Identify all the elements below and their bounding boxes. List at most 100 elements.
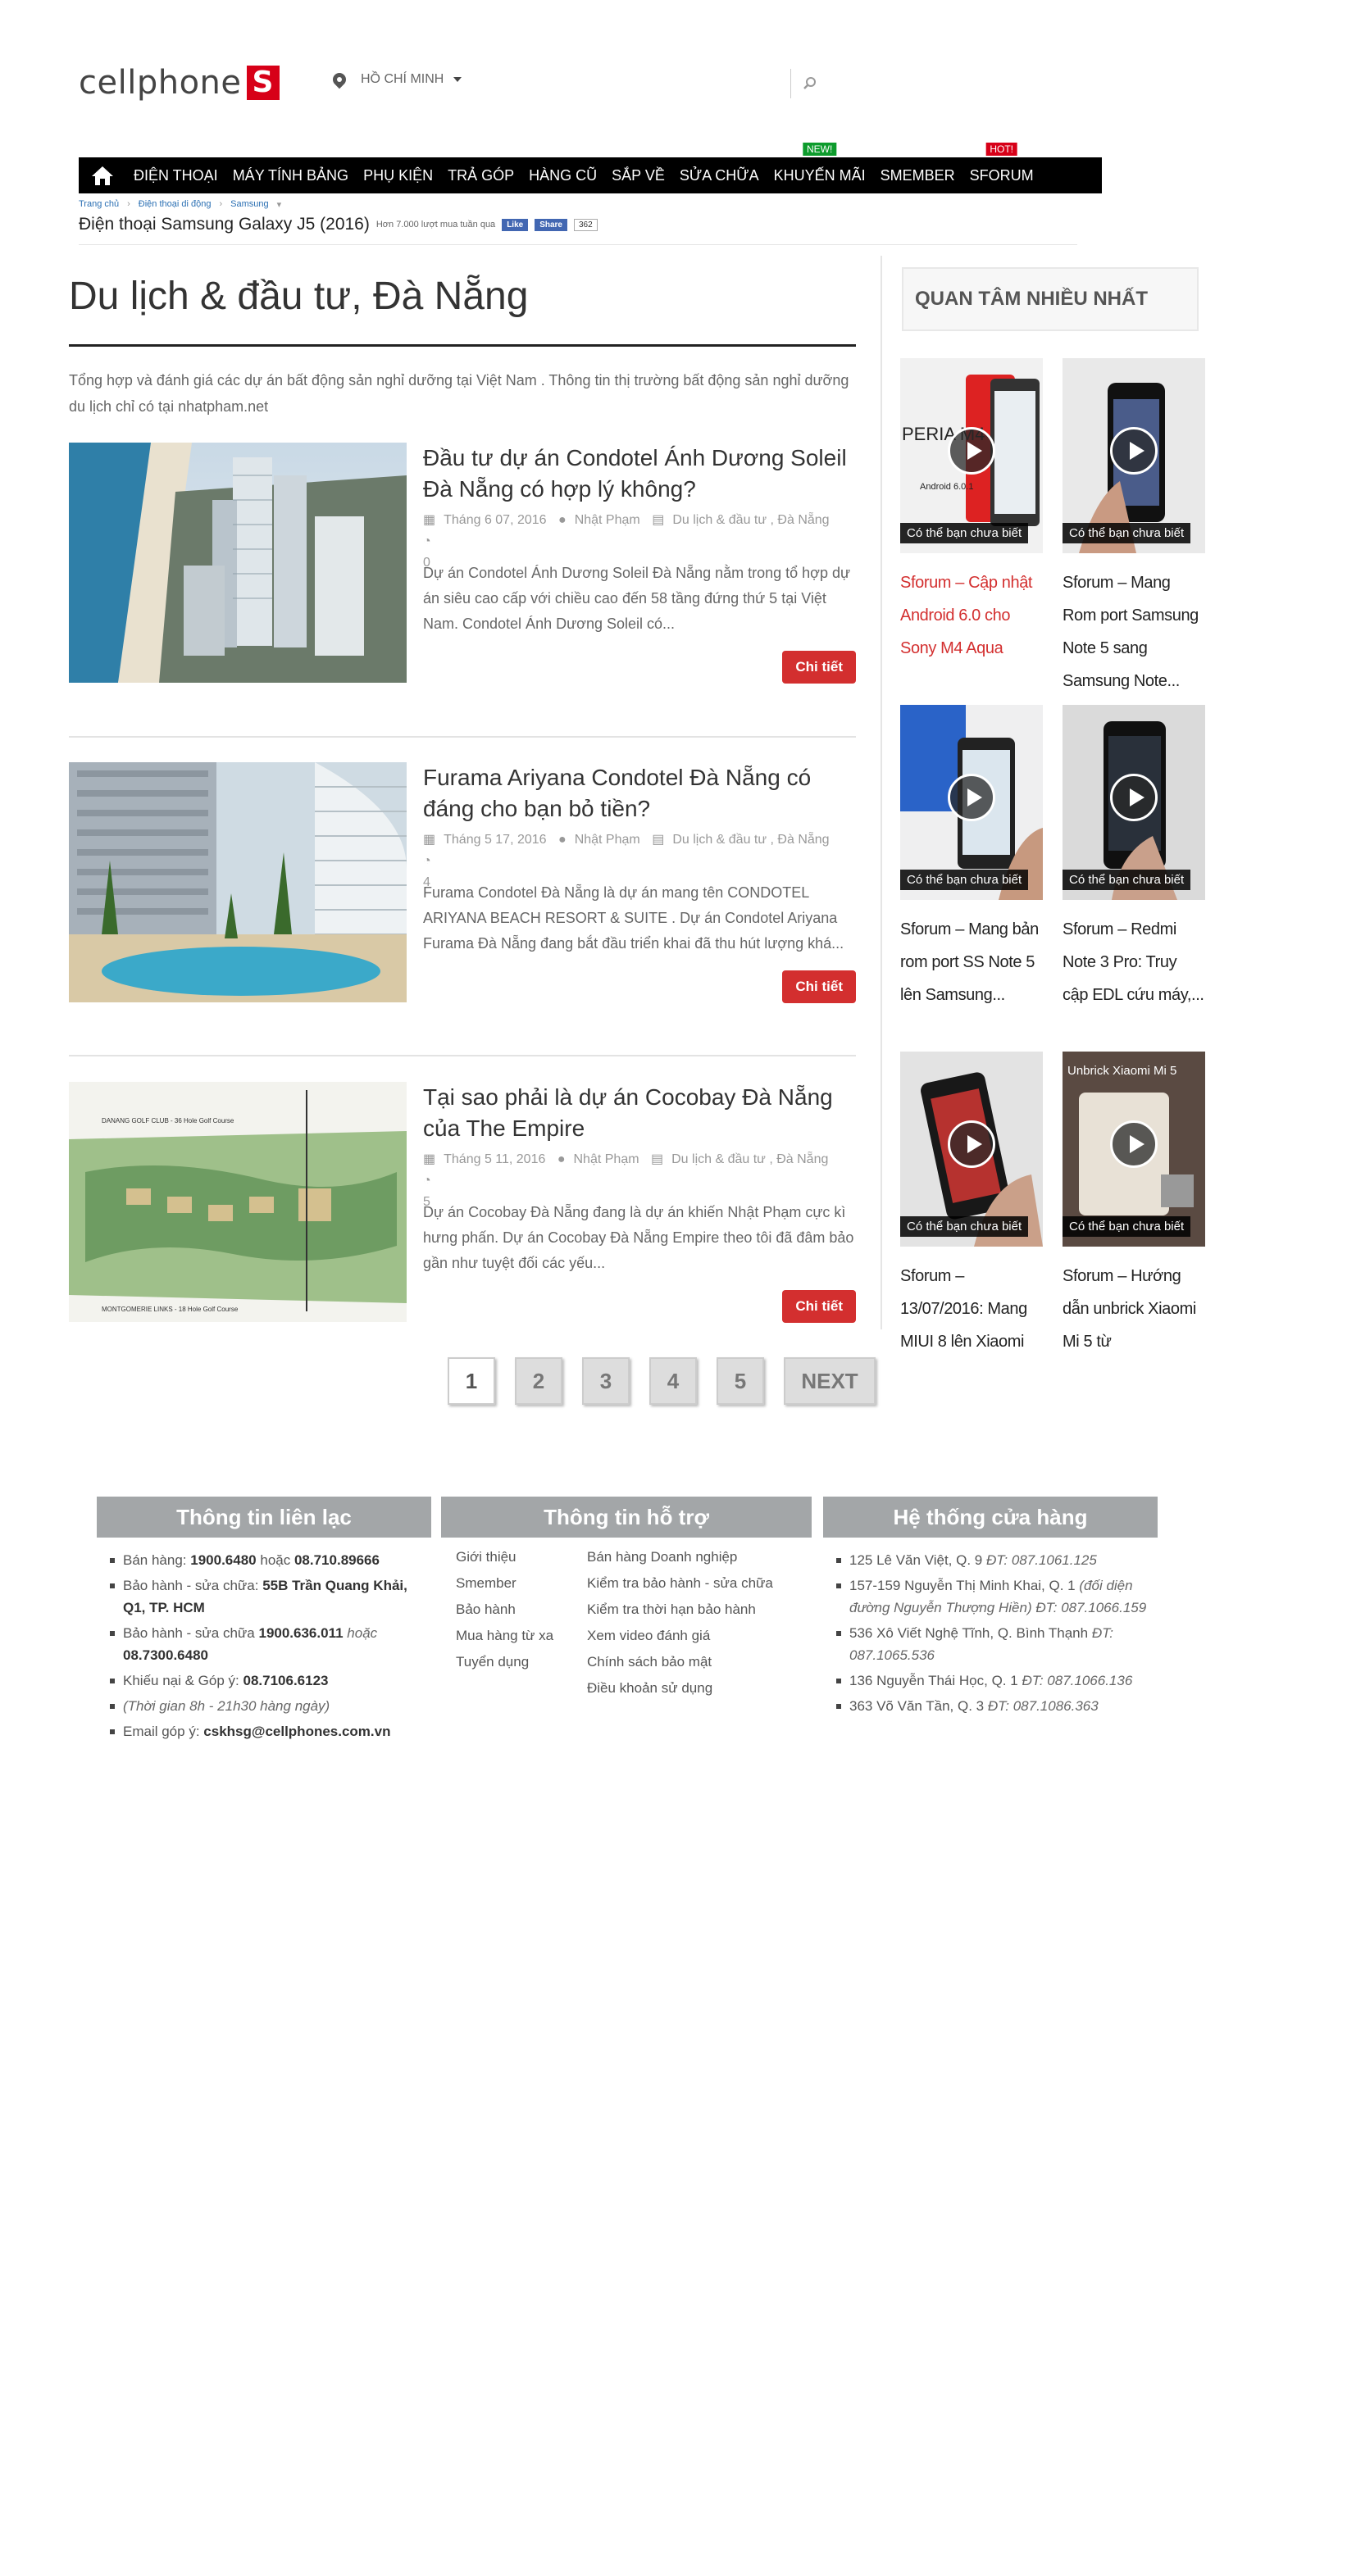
nav-hang-cu[interactable]: HÀNG CŨ [521,157,604,193]
sidebar-video-card[interactable]: Có thể bạn chưa biết Sforum – Mang bản r… [900,705,1043,1011]
play-icon[interactable] [1110,774,1158,821]
new-badge: NEW! [802,143,837,156]
search-box[interactable] [790,69,962,98]
phone[interactable]: 08.710.89666 [294,1552,380,1568]
post-author[interactable]: Nhật Phạm [575,513,640,527]
play-icon[interactable] [1110,427,1158,475]
video-thumbnail[interactable]: Có thể bạn chưa biết [900,1052,1043,1247]
store-phone: ĐT: 087.1066.159 [1035,1600,1147,1615]
play-icon[interactable] [1110,1120,1158,1168]
nav-may-tinh-bang[interactable]: MÁY TÍNH BẢNG [225,157,356,193]
location-selector[interactable]: HỒ CHÍ MINH [330,70,462,89]
post-thumbnail[interactable] [69,762,407,1002]
sidebar-video-card[interactable]: Unbrick Xiaomi Mi 5 Có thể bạn chưa biết… [1063,1052,1205,1358]
store-item[interactable]: 536 Xô Viết Nghệ Tĩnh, Q. Bình Thạnh ĐT:… [836,1622,1158,1666]
support-link[interactable]: Bảo hành [456,1601,587,1618]
home-button[interactable] [79,157,126,193]
site-logo[interactable]: cellphone [79,64,280,102]
read-more-button[interactable]: Chi tiết [782,970,856,1003]
store-item[interactable]: 125 Lê Văn Việt, Q. 9 ĐT: 087.1061.125 [836,1549,1158,1571]
post-thumbnail[interactable]: DANANG GOLF CLUB - 36 Hole Golf Course M… [69,1082,407,1322]
contact-complaint: Khiếu nại & Góp ý: 08.7106.6123 [110,1670,431,1692]
play-icon[interactable] [948,1120,995,1168]
facebook-share-button[interactable]: Share [535,218,567,231]
page-title: Du lịch & đầu tư, Đà Nẵng [69,275,529,318]
breadcrumb-samsung[interactable]: Samsung [230,199,268,210]
support-link[interactable]: Xem video đánh giá [587,1628,812,1644]
phone[interactable]: 1900.636.011 [258,1625,343,1641]
contact-hours: (Thời gian 8h - 21h30 hàng ngày) [110,1695,431,1717]
phone[interactable]: 1900.6480 [190,1552,256,1568]
support-link[interactable]: Mua hàng từ xa [456,1628,587,1644]
video-thumbnail[interactable]: PERIA M4 Android 6.0.1 Có thể bạn chưa b… [900,358,1043,553]
video-title[interactable]: Sforum – Cập nhật Android 6.0 cho Sony M… [900,566,1043,665]
facebook-like-button[interactable]: Like [502,218,529,231]
page-2-button[interactable]: 2 [515,1357,562,1405]
product-name[interactable]: Điện thoại Samsung Galaxy J5 (2016) [79,215,370,234]
calendar-icon: ▦ [423,513,436,527]
video-thumbnail[interactable]: Unbrick Xiaomi Mi 5 Có thể bạn chưa biết [1063,1052,1205,1247]
nav-sforum[interactable]: SFORUM HOT! [962,143,1041,193]
nav-tra-gop[interactable]: TRẢ GÓP [440,157,521,193]
video-thumbnail[interactable]: Có thể bạn chưa biết [1063,705,1205,900]
breadcrumb-home[interactable]: Trang chủ [79,199,119,210]
support-link[interactable]: Kiểm tra thời hạn bảo hành [587,1601,812,1618]
phone[interactable]: 08.7106.6123 [243,1673,329,1688]
divider [79,244,1077,245]
nav-sap-ve[interactable]: SẮP VỀ [604,157,672,193]
comment-icon: ◔ [423,854,431,868]
post-author[interactable]: Nhật Phạm [574,1152,639,1166]
post-category[interactable]: Du lịch & đầu tư , Đà Nẵng [672,513,829,527]
nav-smember[interactable]: SMEMBER [873,157,962,193]
nav-phu-kien[interactable]: PHỤ KIỆN [356,157,440,193]
post-title[interactable]: Furama Ariyana Condotel Đà Nẵng có đáng … [423,762,856,825]
video-thumbnail[interactable]: Có thể bạn chưa biết [900,705,1043,900]
post-thumbnail[interactable] [69,443,407,683]
phone[interactable]: 08.7300.6480 [123,1647,208,1663]
read-more-button[interactable]: Chi tiết [782,651,856,684]
nav-sua-chua[interactable]: SỬA CHỮA [672,157,767,193]
post-category[interactable]: Du lịch & đầu tư , Đà Nẵng [672,833,829,847]
sidebar-title: QUAN TÂM NHIỀU NHẤT [902,267,1199,331]
play-icon[interactable] [948,427,995,475]
store-item[interactable]: 157-159 Nguyễn Thị Minh Khai, Q. 1 (đối … [836,1574,1158,1619]
search-icon[interactable] [803,76,817,91]
sidebar-video-card[interactable]: Có thể bạn chưa biết Sforum – Mang Rom p… [1063,358,1205,697]
store-item[interactable]: 363 Võ Văn Tần, Q. 3 ĐT: 087.1086.363 [836,1695,1158,1717]
title-underline [69,344,856,347]
page-4-button[interactable]: 4 [649,1357,697,1405]
sidebar-video-card[interactable]: PERIA M4 Android 6.0.1 Có thể bạn chưa b… [900,358,1043,665]
breadcrumb-phones[interactable]: Điện thoại di động [139,199,212,210]
store-item[interactable]: 136 Nguyễn Thái Học, Q. 1 ĐT: 087.1066.1… [836,1670,1158,1692]
page-3-button[interactable]: 3 [582,1357,630,1405]
video-thumbnail[interactable]: Có thể bạn chưa biết [1063,358,1205,553]
nav-dien-thoai[interactable]: ĐIỆN THOẠI [126,157,225,193]
video-title[interactable]: Sforum – 13/07/2016: Mang MIUI 8 lên Xia… [900,1260,1043,1358]
sidebar-video-card[interactable]: Có thể bạn chưa biết Sforum – Redmi Note… [1063,705,1205,1011]
support-link[interactable]: Giới thiệu [456,1549,587,1565]
post-card: Đầu tư dự án Condotel Ánh Dương Soleil Đ… [69,443,856,688]
next-page-button[interactable]: NEXT [784,1357,876,1405]
read-more-button[interactable]: Chi tiết [782,1290,856,1323]
support-link[interactable]: Kiểm tra bảo hành - sửa chữa [587,1575,812,1592]
email-link[interactable]: cskhsg@cellphones.com.vn [203,1724,390,1739]
support-link[interactable]: Điều khoản sử dụng [587,1680,812,1697]
post-author[interactable]: Nhật Phạm [575,833,640,847]
post-title[interactable]: Tại sao phải là dự án Cocobay Đà Nẵng củ… [423,1082,856,1144]
support-link[interactable]: Smember [456,1575,587,1592]
sidebar-video-card[interactable]: Có thể bạn chưa biết Sforum – 13/07/2016… [900,1052,1043,1358]
video-title[interactable]: Sforum – Hướng dẫn unbrick Xiaomi Mi 5 t… [1063,1260,1205,1358]
post-category[interactable]: Du lịch & đầu tư , Đà Nẵng [671,1152,828,1166]
support-link[interactable]: Tuyển dụng [456,1654,587,1670]
support-link[interactable]: Bán hàng Doanh nghiệp [587,1549,812,1565]
play-icon[interactable] [948,774,995,821]
tower-render-image [69,443,407,683]
page-1-button[interactable]: 1 [448,1357,495,1405]
post-title[interactable]: Đầu tư dự án Condotel Ánh Dương Soleil Đ… [423,443,856,505]
video-title[interactable]: Sforum – Mang bản rom port SS Note 5 lên… [900,913,1043,1011]
support-link[interactable]: Chính sách bảo mật [587,1654,812,1670]
nav-khuyen-mai[interactable]: KHUYẾN MÃI NEW! [767,143,873,193]
page-5-button[interactable]: 5 [717,1357,764,1405]
video-title[interactable]: Sforum – Redmi Note 3 Pro: Truy cập EDL … [1063,913,1205,1011]
video-title[interactable]: Sforum – Mang Rom port Samsung Note 5 sa… [1063,566,1205,697]
